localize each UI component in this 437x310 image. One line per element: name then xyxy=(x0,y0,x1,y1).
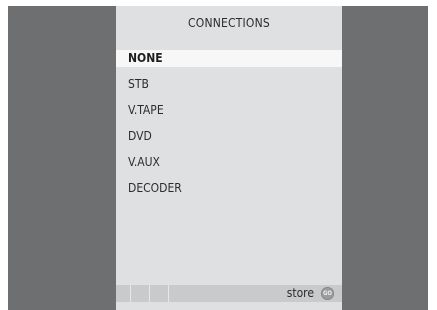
connections-menu: CONNECTIONS NONE STB V.TAPE DVD V.AUX DE… xyxy=(116,6,342,310)
menu-item-vtape[interactable]: V.TAPE xyxy=(116,102,342,119)
menu-item-vaux[interactable]: V.AUX xyxy=(116,154,342,171)
footer-divider xyxy=(149,285,150,302)
go-button-icon[interactable]: GO xyxy=(321,287,334,300)
menu-item-label: V.AUX xyxy=(128,155,160,169)
menu-item-none[interactable]: NONE xyxy=(116,50,342,67)
menu-item-label: DVD xyxy=(128,129,152,143)
footer-divider xyxy=(130,285,131,302)
menu-item-label: DECODER xyxy=(128,181,182,195)
footer-divider xyxy=(168,285,169,302)
menu-item-decoder[interactable]: DECODER xyxy=(116,180,342,197)
menu-item-label: NONE xyxy=(128,51,163,65)
footer-bar: store GO xyxy=(116,285,342,302)
menu-title: CONNECTIONS xyxy=(188,16,270,30)
menu-item-dvd[interactable]: DVD xyxy=(116,128,342,145)
menu-item-label: V.TAPE xyxy=(128,103,164,117)
menu-item-stb[interactable]: STB xyxy=(116,76,342,93)
menu-item-label: STB xyxy=(128,77,149,91)
store-label: store xyxy=(286,286,314,300)
